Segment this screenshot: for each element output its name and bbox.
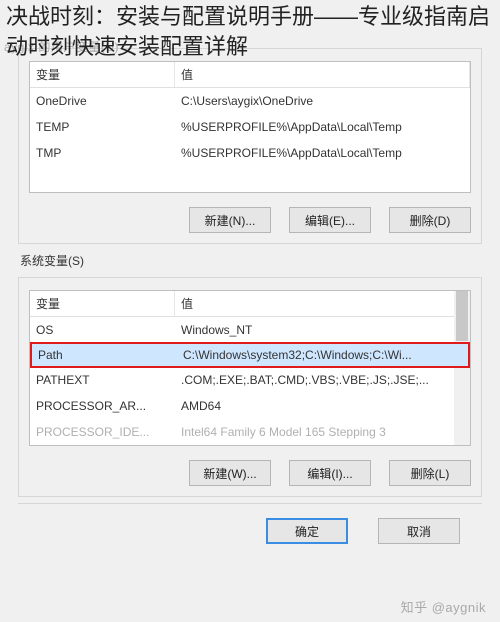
- user-vars-buttons: 新建(N)... 编辑(E)... 删除(D): [29, 207, 471, 233]
- new-user-var-button[interactable]: 新建(N)...: [189, 207, 271, 233]
- user-vars-group: 变量 值 OneDrive C:\Users\aygix\OneDrive TE…: [18, 48, 482, 244]
- list-item-empty: [30, 166, 470, 192]
- list-item[interactable]: OS Windows_NT: [30, 317, 470, 343]
- system-vars-header: 变量 值: [30, 291, 470, 317]
- env-vars-dialog: 变量 值 OneDrive C:\Users\aygix\OneDrive TE…: [8, 40, 492, 612]
- delete-user-var-button[interactable]: 删除(D): [389, 207, 471, 233]
- list-item[interactable]: PROCESSOR_IDE... Intel64 Family 6 Model …: [30, 419, 470, 445]
- delete-system-var-button[interactable]: 删除(L): [389, 460, 471, 486]
- watermark: 知乎 @aygnik: [401, 597, 486, 616]
- system-vars-group: 变量 值 OS Windows_NT Path C:\Windows\syste…: [18, 277, 482, 497]
- list-item[interactable]: PATHEXT .COM;.EXE;.BAT;.CMD;.VBS;.VBE;.J…: [30, 367, 470, 393]
- scrollbar[interactable]: [454, 291, 470, 445]
- user-vars-list[interactable]: 变量 值 OneDrive C:\Users\aygix\OneDrive TE…: [29, 61, 471, 193]
- scrollbar-thumb[interactable]: [456, 291, 468, 341]
- list-item[interactable]: TMP %USERPROFILE%\AppData\Local\Temp: [30, 140, 470, 166]
- dialog-button-row: 确定 取消: [18, 503, 482, 558]
- ok-button[interactable]: 确定: [266, 518, 348, 544]
- edit-system-var-button[interactable]: 编辑(I)...: [289, 460, 371, 486]
- page-title: 决战时刻：安装与配置说明手册——专业级指南启动时刻快速安装配置详解: [0, 0, 500, 67]
- col-header-value[interactable]: 值: [175, 291, 470, 316]
- list-item[interactable]: TEMP %USERPROFILE%\AppData\Local\Temp: [30, 114, 470, 140]
- list-item[interactable]: OneDrive C:\Users\aygix\OneDrive: [30, 88, 470, 114]
- col-header-variable[interactable]: 变量: [30, 291, 175, 316]
- system-vars-buttons: 新建(W)... 编辑(I)... 删除(L): [29, 460, 471, 486]
- new-system-var-button[interactable]: 新建(W)...: [189, 460, 271, 486]
- system-vars-list[interactable]: 变量 值 OS Windows_NT Path C:\Windows\syste…: [29, 290, 471, 446]
- list-item-path[interactable]: Path C:\Windows\system32;C:\Windows;C:\W…: [30, 342, 470, 368]
- list-item[interactable]: PROCESSOR_AR... AMD64: [30, 393, 470, 419]
- edit-user-var-button[interactable]: 编辑(E)...: [289, 207, 371, 233]
- system-vars-label: 系统变量(S): [20, 252, 492, 269]
- cancel-button[interactable]: 取消: [378, 518, 460, 544]
